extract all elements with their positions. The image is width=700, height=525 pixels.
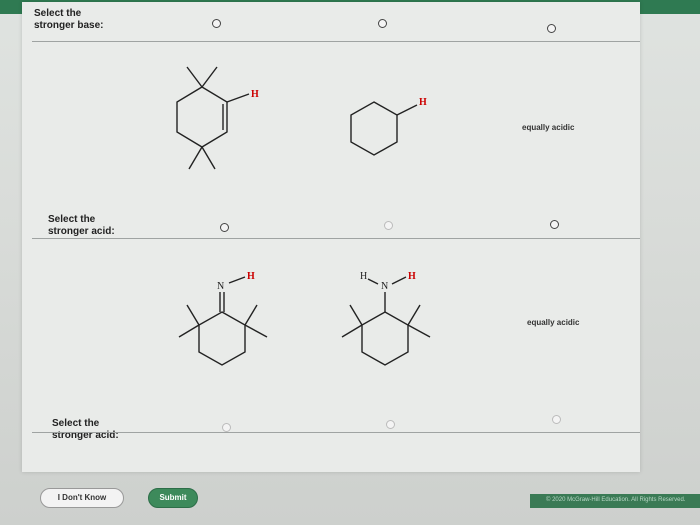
radio-option-1-c[interactable] — [547, 24, 556, 33]
molecule-amine[interactable]: N H H — [340, 267, 460, 392]
h-atom-label: H — [247, 271, 255, 282]
radio-option-3-a[interactable] — [222, 423, 231, 432]
dont-know-button[interactable]: I Don't Know — [40, 488, 124, 508]
n-atom-label: N — [381, 281, 388, 292]
question-label-3: Select the stronger acid: — [52, 418, 119, 441]
copyright-text: © 2020 McGraw-Hill Education. All Rights… — [546, 497, 686, 503]
amine-structure: N H H — [341, 271, 431, 366]
n-atom-label: N — [217, 281, 224, 292]
h-atom-label: H — [408, 271, 416, 282]
row-divider — [32, 238, 640, 239]
h-atom-label: H — [419, 97, 427, 108]
row-divider — [32, 41, 640, 42]
question-panel: Select the stronger base: H H equally ac… — [22, 2, 640, 472]
cyclohexane-structure: H — [350, 97, 427, 156]
molecule-cyclohexene-h[interactable]: H — [157, 57, 287, 192]
question-label-1: Select the stronger base: — [34, 8, 104, 31]
cyclohexene-structure: H — [176, 66, 259, 170]
h-atom-label: H — [251, 89, 259, 100]
equally-acidic-option-1[interactable]: equally acidic — [522, 123, 574, 132]
radio-option-2-b[interactable] — [384, 221, 393, 230]
question-label-2: Select the stronger acid: — [48, 214, 115, 237]
radio-option-3-c[interactable] — [552, 415, 561, 424]
radio-option-1-a[interactable] — [212, 19, 221, 28]
imine-structure: N H — [178, 271, 268, 366]
radio-option-1-b[interactable] — [378, 19, 387, 28]
radio-option-2-c[interactable] — [550, 220, 559, 229]
molecule-imine[interactable]: N H — [177, 267, 297, 392]
radio-option-3-b[interactable] — [386, 420, 395, 429]
equally-acidic-option-2[interactable]: equally acidic — [527, 318, 579, 327]
row-divider — [32, 432, 640, 433]
molecule-cyclohexane-h[interactable]: H — [342, 87, 452, 172]
submit-button[interactable]: Submit — [148, 488, 198, 508]
h-atom-label: H — [360, 271, 367, 282]
radio-option-2-a[interactable] — [220, 223, 229, 232]
